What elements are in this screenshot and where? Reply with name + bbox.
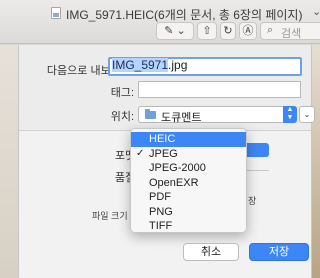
format-option-png[interactable]: PNG [131,205,246,220]
chevron-down-icon[interactable]: ⌄ [312,5,320,18]
window-title: IMG_5971.HEIC(6개의 문서, 총 6장의 페이지) [66,8,303,22]
filename-field[interactable]: IMG_5971.jpg [108,57,302,76]
format-popup-button[interactable] [247,143,269,157]
chevron-down-icon: ⌄ [176,25,186,37]
format-option-openexr[interactable]: OpenEXR [131,176,246,191]
search-input[interactable]: ⌕ 검색 [260,22,320,40]
tags-field[interactable] [138,81,301,98]
share-button[interactable]: ⇧ [197,22,217,40]
chevron-down-icon: ▼ [286,114,294,121]
rotate-icon: ↻ [223,25,233,37]
document-background-right [312,45,320,278]
cancel-button[interactable]: 취소 [183,243,239,261]
document-background-left [0,45,18,278]
rotate-button[interactable]: ↻ [220,22,236,40]
annotate-button[interactable]: Ⓐ [239,22,257,40]
filename-extension: .jpg [168,58,188,72]
pen-icon: ✎ [164,25,174,37]
search-icon: ⌕ [267,24,274,36]
location-value: 도큐멘트 [161,112,202,124]
format-option-tiff[interactable]: TIFF [131,219,246,234]
search-placeholder: 검색 [281,28,302,40]
location-select[interactable]: 도큐멘트 ▲ ▼ [138,106,297,124]
format-option-jpeg-2000[interactable]: JPEG-2000 [131,161,246,176]
file-size-label: 파일 크기 [92,211,128,221]
tags-label: 태그: [110,87,134,99]
filename-selected-text: IMG_5971 [112,58,169,72]
format-option-heic[interactable]: HEIC [131,132,246,147]
folder-icon [145,109,156,119]
expand-button[interactable]: ⌄ [299,106,315,123]
share-icon: ⇧ [202,25,212,37]
markup-button[interactable]: ✎ ⌄ [156,22,194,40]
chevron-up-icon: ▲ [286,106,294,113]
annotate-icon: Ⓐ [242,25,254,37]
format-menu: HEIC ✓ JPEG JPEG-2000 OpenEXR PDF PNG TIF… [130,128,247,233]
location-label: 위치: [110,111,134,123]
format-option-jpeg[interactable]: ✓ JPEG [131,147,246,162]
right-fragment: 장 [248,196,257,206]
location-stepper[interactable]: ▲ ▼ [283,106,297,123]
chevron-down-icon: ⌄ [303,110,311,119]
checkmark-icon: ✓ [136,147,145,159]
save-button[interactable]: 저장 [249,243,309,261]
format-option-pdf[interactable]: PDF [131,190,246,205]
document-icon [51,7,61,19]
window-titlebar: IMG_5971.HEIC(6개의 문서, 총 6장의 페이지) ⌄ ✎ ⌄ ⇧… [0,0,320,44]
